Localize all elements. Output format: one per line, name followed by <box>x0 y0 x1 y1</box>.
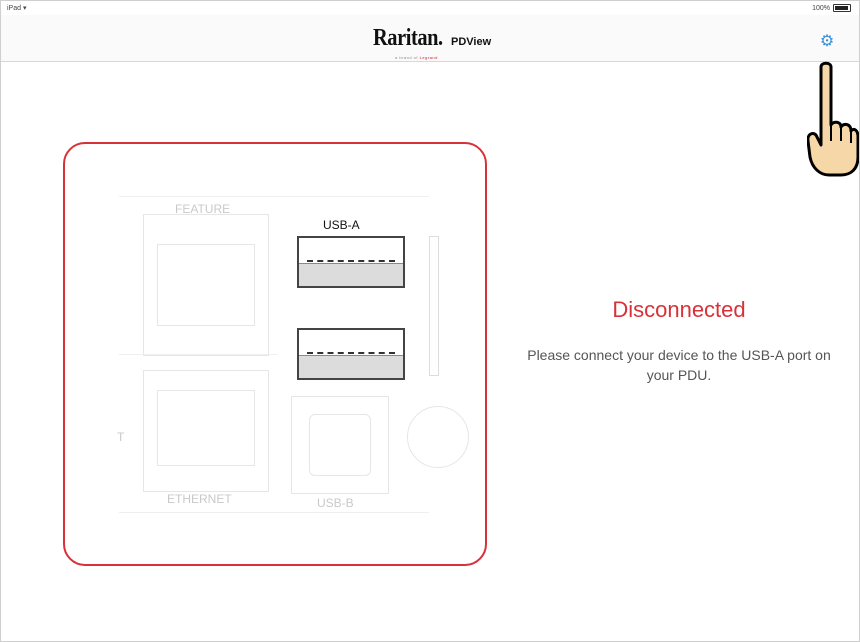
pointing-hand-icon <box>807 61 859 177</box>
battery-percent: 100% <box>812 4 830 12</box>
connection-status-message: Please connect your device to the USB-A … <box>527 347 831 383</box>
status-device-label: iPad ▾ <box>7 5 27 12</box>
ethernet-port-inner <box>157 390 255 466</box>
side-label: T <box>117 430 125 444</box>
device-port-panel: FEATURE USB-A T ETHERNET USB-B <box>63 142 487 566</box>
battery-indicator: 100% <box>812 4 851 12</box>
usb-a-port-bottom <box>297 328 405 380</box>
usb-a-label: USB-A <box>323 218 360 232</box>
app-name: PDView <box>451 36 492 48</box>
side-slot <box>429 236 439 376</box>
usb-a-port-top <box>297 236 405 288</box>
divider <box>119 354 277 355</box>
brand: Raritan. PDView <box>373 25 491 52</box>
feature-port-inner <box>157 244 255 326</box>
usb-b-port-inner <box>309 414 371 476</box>
battery-icon <box>833 4 851 12</box>
ethernet-label: ETHERNET <box>167 492 232 506</box>
nav-bar: Raritan. PDView a brand of Legrand <box>1 15 859 62</box>
brand-tagline: a brand of Legrand <box>395 55 438 60</box>
app-screen: iPad ▾ 100% Raritan. PDView a brand of L… <box>0 0 860 642</box>
usb-b-label: USB-B <box>317 496 354 510</box>
divider <box>119 196 429 197</box>
raritan-logo: Raritan. <box>373 25 443 51</box>
divider <box>119 512 429 513</box>
connection-status-title: Disconnected <box>612 297 746 322</box>
round-port <box>407 406 469 468</box>
gear-icon[interactable]: ⚙ <box>819 34 835 50</box>
status-bar: iPad ▾ 100% <box>1 1 859 15</box>
wifi-icon: ▾ <box>22 5 27 12</box>
